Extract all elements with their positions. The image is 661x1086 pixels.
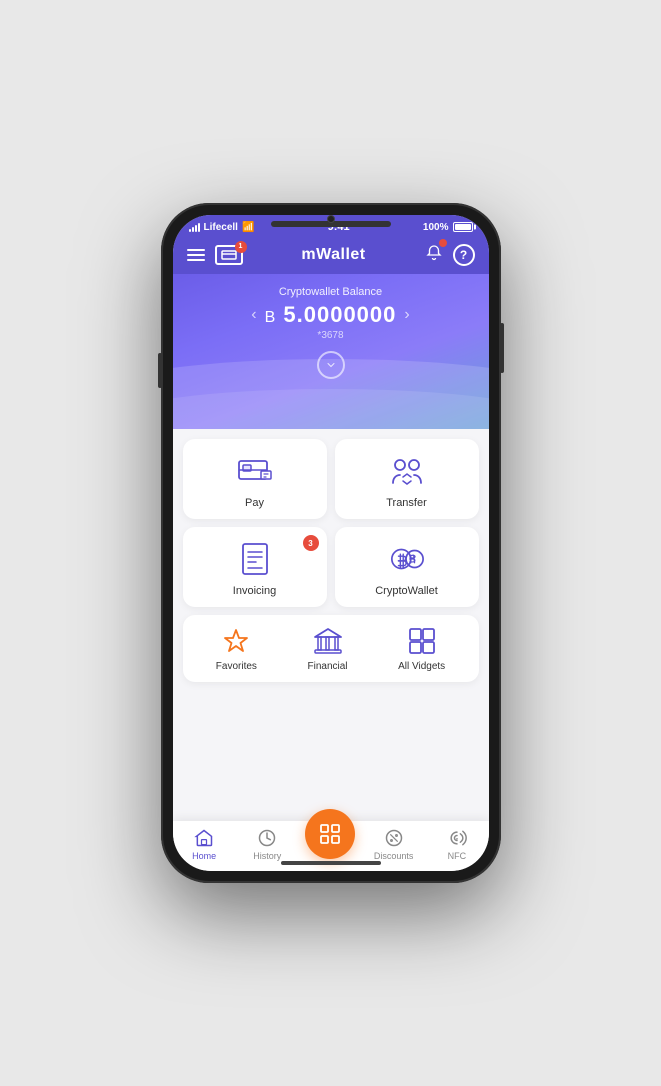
- chevron-down-icon: [325, 359, 337, 371]
- battery-percent: 100%: [423, 222, 449, 233]
- power-button: [158, 353, 162, 388]
- invoicing-label: Invoicing: [233, 585, 276, 597]
- transfer-svg: [389, 455, 425, 487]
- battery-fill: [455, 224, 471, 230]
- cryptowallet-icon: [389, 541, 425, 577]
- phone-camera: [327, 215, 335, 223]
- pay-card[interactable]: Pay: [183, 439, 327, 519]
- header-left: 1: [187, 245, 243, 265]
- balance-amount: B 5.0000000: [265, 302, 397, 328]
- transfer-icon: [389, 453, 425, 489]
- header-right: ?: [425, 243, 475, 266]
- balance-next-arrow[interactable]: ›: [404, 306, 409, 324]
- discounts-nav-label: Discounts: [374, 851, 414, 861]
- nav-home[interactable]: Home: [179, 827, 229, 861]
- widget-bar: Favorites Financial: [183, 615, 479, 682]
- grid-svg: [408, 627, 436, 655]
- nfc-nav-label: NFC: [448, 851, 467, 861]
- nfc-svg: [447, 828, 467, 848]
- invoicing-card[interactable]: Invoicing 3: [183, 527, 327, 607]
- star-svg: [222, 628, 250, 654]
- nav-history[interactable]: History: [242, 827, 292, 861]
- battery-icon: [453, 222, 473, 232]
- main-content: Pay Transfer: [173, 429, 489, 821]
- all-vidgets-widget[interactable]: All Vidgets: [398, 625, 445, 672]
- financial-icon: [312, 625, 344, 657]
- nav-discounts[interactable]: Discounts: [369, 827, 419, 861]
- signal-bar-4: [198, 223, 200, 232]
- balance-value: 5.0000000: [283, 302, 396, 327]
- balance-expand[interactable]: [193, 351, 469, 379]
- invoicing-icon: [237, 541, 273, 577]
- pay-label: Pay: [245, 497, 264, 509]
- invoicing-badge: 3: [303, 535, 319, 551]
- account-number: *3678: [193, 330, 469, 341]
- signal-bar-2: [192, 227, 194, 232]
- transfer-card[interactable]: Transfer: [335, 439, 479, 519]
- signal-bars: [189, 223, 200, 232]
- cryptowallet-card[interactable]: CryptoWallet: [335, 527, 479, 607]
- hamburger-line-1: [187, 249, 205, 251]
- favorites-widget[interactable]: Favorites: [216, 625, 257, 672]
- balance-row: ‹ B 5.0000000 ›: [193, 302, 469, 328]
- signal-bar-3: [195, 225, 197, 232]
- home-icon: [193, 827, 215, 849]
- phone-screen: Lifecell 📶 9:41 100%: [173, 215, 489, 871]
- scan-button[interactable]: [305, 809, 355, 859]
- pay-icon: [237, 453, 273, 489]
- hamburger-line-3: [187, 259, 205, 261]
- discounts-icon: [383, 827, 405, 849]
- transfer-label: Transfer: [386, 497, 427, 509]
- nav-nfc[interactable]: NFC: [432, 827, 482, 861]
- history-svg: [257, 828, 277, 848]
- nfc-icon: [446, 827, 468, 849]
- scan-svg: [318, 822, 342, 846]
- favorites-icon: [220, 625, 252, 657]
- history-nav-label: History: [253, 851, 281, 861]
- wallet-card-icon[interactable]: 1: [215, 245, 243, 265]
- carrier-name: Lifecell: [204, 222, 238, 233]
- bank-svg: [313, 627, 343, 655]
- home-nav-label: Home: [192, 851, 216, 861]
- status-left: Lifecell 📶: [189, 222, 255, 233]
- cryptowallet-label: CryptoWallet: [375, 585, 438, 597]
- card-badge: 1: [235, 241, 247, 253]
- nav-scan[interactable]: [305, 829, 355, 859]
- invoice-svg: [241, 542, 269, 576]
- notification-badge: [439, 239, 447, 247]
- menu-icon[interactable]: [187, 249, 205, 261]
- hamburger-line-2: [187, 254, 205, 256]
- notification-icon[interactable]: [425, 243, 443, 266]
- financial-widget[interactable]: Financial: [307, 625, 347, 672]
- app-title: mWallet: [301, 246, 365, 264]
- balance-section: Cryptowallet Balance ‹ B 5.0000000 › *36…: [173, 274, 489, 429]
- all-vidgets-label: All Vidgets: [398, 661, 445, 672]
- home-svg: [194, 828, 214, 848]
- volume-button: [500, 323, 504, 373]
- favorites-label: Favorites: [216, 661, 257, 672]
- app-header: 1 mWallet ?: [173, 237, 489, 274]
- action-cards-grid: Pay Transfer: [183, 439, 479, 607]
- all-vidgets-icon: [406, 625, 438, 657]
- card-svg: [221, 250, 237, 260]
- balance-prev-arrow[interactable]: ‹: [251, 306, 256, 324]
- balance-symbol: B: [265, 309, 277, 326]
- chevron-circle: [317, 351, 345, 379]
- discounts-svg: [384, 828, 404, 848]
- help-icon[interactable]: ?: [453, 244, 475, 266]
- history-icon: [256, 827, 278, 849]
- wifi-icon: 📶: [242, 222, 254, 233]
- balance-label: Cryptowallet Balance: [193, 286, 469, 298]
- pay-svg: [237, 457, 273, 485]
- phone-bottom-bar: [281, 861, 381, 865]
- status-right: 100%: [423, 222, 473, 233]
- signal-bar-1: [189, 229, 191, 232]
- crypto-svg: [389, 542, 425, 576]
- phone-frame: Lifecell 📶 9:41 100%: [161, 203, 501, 883]
- financial-label: Financial: [307, 661, 347, 672]
